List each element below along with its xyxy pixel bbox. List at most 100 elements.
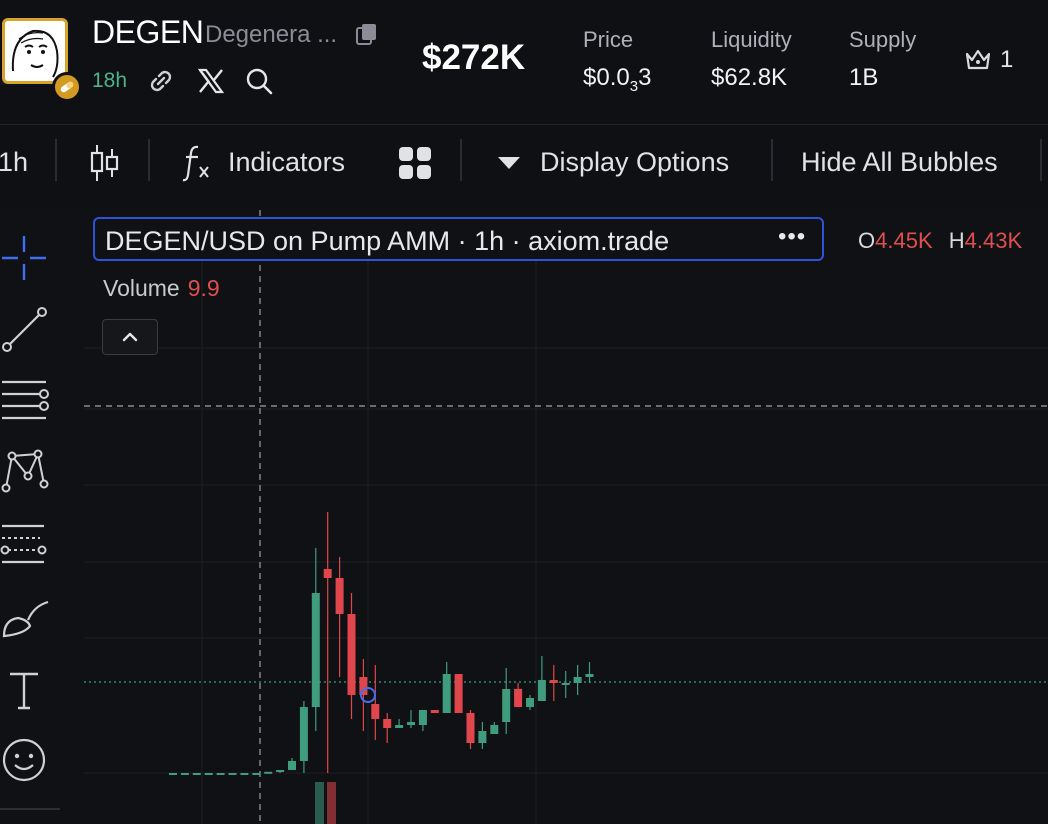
candle-body <box>502 689 511 722</box>
brush-icon[interactable] <box>0 592 62 652</box>
emoji-icon[interactable] <box>0 730 62 790</box>
volume-legend: Volume 9.9 <box>103 275 220 302</box>
horizontal-lines-icon[interactable] <box>0 370 62 430</box>
toolbar-divider <box>771 139 773 181</box>
candle[interactable] <box>216 773 225 775</box>
candle-body <box>430 710 439 713</box>
copy-icon[interactable] <box>355 22 379 51</box>
token-name: Degenera ... <box>205 21 338 48</box>
candle[interactable] <box>526 695 534 710</box>
candle[interactable] <box>228 773 237 775</box>
candle-body <box>169 773 177 775</box>
candle-body <box>299 707 308 761</box>
candle[interactable] <box>383 713 392 743</box>
function-icon[interactable] <box>182 143 214 188</box>
candle[interactable] <box>478 722 487 749</box>
x-logo-icon[interactable] <box>196 66 226 101</box>
candle-body <box>561 683 570 685</box>
candle-body <box>537 680 546 701</box>
link-icon[interactable] <box>146 66 176 101</box>
text-icon[interactable] <box>0 662 62 722</box>
candlestick-icon[interactable] <box>88 143 120 188</box>
candle-body <box>573 677 582 683</box>
ohlc-open-value: 4.45K <box>875 228 933 253</box>
grid-icon[interactable] <box>398 146 432 185</box>
toolbar-divider <box>1040 139 1042 181</box>
wojak-avatar-image <box>5 21 65 81</box>
supply-value: 1B <box>849 64 879 91</box>
candle[interactable] <box>454 674 463 713</box>
candle[interactable] <box>252 773 261 775</box>
candle[interactable] <box>323 512 332 773</box>
candle[interactable] <box>169 773 177 775</box>
candle-body <box>335 578 344 614</box>
candle-body <box>180 773 189 775</box>
chart-toolbar: 1h Indicators Display Options Hide All B… <box>0 125 1048 207</box>
fib-icon[interactable] <box>0 514 62 574</box>
candle-body <box>514 689 523 707</box>
candle-body <box>204 773 213 775</box>
candle[interactable] <box>430 710 439 713</box>
candle[interactable] <box>573 665 582 695</box>
crown-icon[interactable] <box>964 47 992 78</box>
candle[interactable] <box>347 593 356 719</box>
search-icon[interactable] <box>244 66 274 101</box>
holders-count[interactable]: 1 <box>1000 46 1013 74</box>
volume-bars <box>315 782 336 824</box>
candle[interactable] <box>204 773 213 775</box>
ohlc-high-label: H <box>948 228 965 253</box>
market-cap-value: $272K <box>422 38 526 77</box>
candle[interactable] <box>549 665 558 701</box>
candle[interactable] <box>490 722 499 734</box>
candles <box>169 512 594 775</box>
candle[interactable] <box>192 773 201 775</box>
candle[interactable] <box>264 771 273 774</box>
candle[interactable] <box>514 683 523 707</box>
more-options-icon[interactable]: ••• <box>778 223 806 251</box>
candle[interactable] <box>288 758 296 770</box>
chart-grid <box>84 260 1048 824</box>
candle[interactable] <box>502 668 511 734</box>
hide-all-bubbles-button[interactable]: Hide All Bubbles <box>801 147 998 178</box>
candle[interactable] <box>311 548 320 731</box>
indicators-button[interactable]: Indicators <box>228 147 345 178</box>
candle[interactable] <box>240 773 249 775</box>
token-header: DEGEN Degenera ... 18h $272K Price $0.03… <box>0 0 1048 125</box>
candle[interactable] <box>442 662 451 713</box>
tools-divider <box>0 808 60 810</box>
trend-line-icon[interactable] <box>0 298 62 358</box>
caret-down-icon[interactable] <box>497 156 521 175</box>
candle[interactable] <box>585 662 594 683</box>
chart-legend[interactable]: DEGEN/USD on Pump AMM · 1h · axiom.trade… <box>93 217 824 261</box>
crosshair-icon[interactable] <box>0 230 62 290</box>
candle-body <box>549 680 558 683</box>
candle-body <box>383 719 392 728</box>
candle-body <box>442 674 451 713</box>
token-symbol: DEGEN <box>92 14 204 50</box>
candle-body <box>585 674 594 677</box>
candle[interactable] <box>418 710 427 731</box>
candle[interactable] <box>537 656 546 701</box>
candle-body <box>228 773 237 775</box>
ohlc-high-value: 4.43K <box>964 228 1023 253</box>
candle[interactable] <box>180 773 189 775</box>
candle-body <box>466 713 475 743</box>
pill-icon <box>52 72 82 102</box>
candle[interactable] <box>371 665 380 740</box>
pattern-icon[interactable] <box>0 440 62 500</box>
candle[interactable] <box>395 719 404 728</box>
display-options-button[interactable]: Display Options <box>540 147 729 178</box>
candle-body <box>252 773 261 775</box>
ohlc-open-label: O <box>858 228 876 253</box>
volume-bar <box>315 782 324 824</box>
candle[interactable] <box>299 701 308 773</box>
candle[interactable] <box>407 710 415 728</box>
price-chart[interactable]: DEGEN/USD on Pump AMM · 1h · axiom.trade… <box>62 210 1048 824</box>
collapse-legend-button[interactable] <box>102 319 158 355</box>
candle[interactable] <box>561 671 570 698</box>
candle[interactable] <box>466 710 475 749</box>
chevron-up-icon <box>122 332 138 342</box>
candle[interactable] <box>335 557 344 677</box>
interval-selector[interactable]: 1h <box>0 147 28 178</box>
candlestick-chart[interactable] <box>62 210 1048 824</box>
